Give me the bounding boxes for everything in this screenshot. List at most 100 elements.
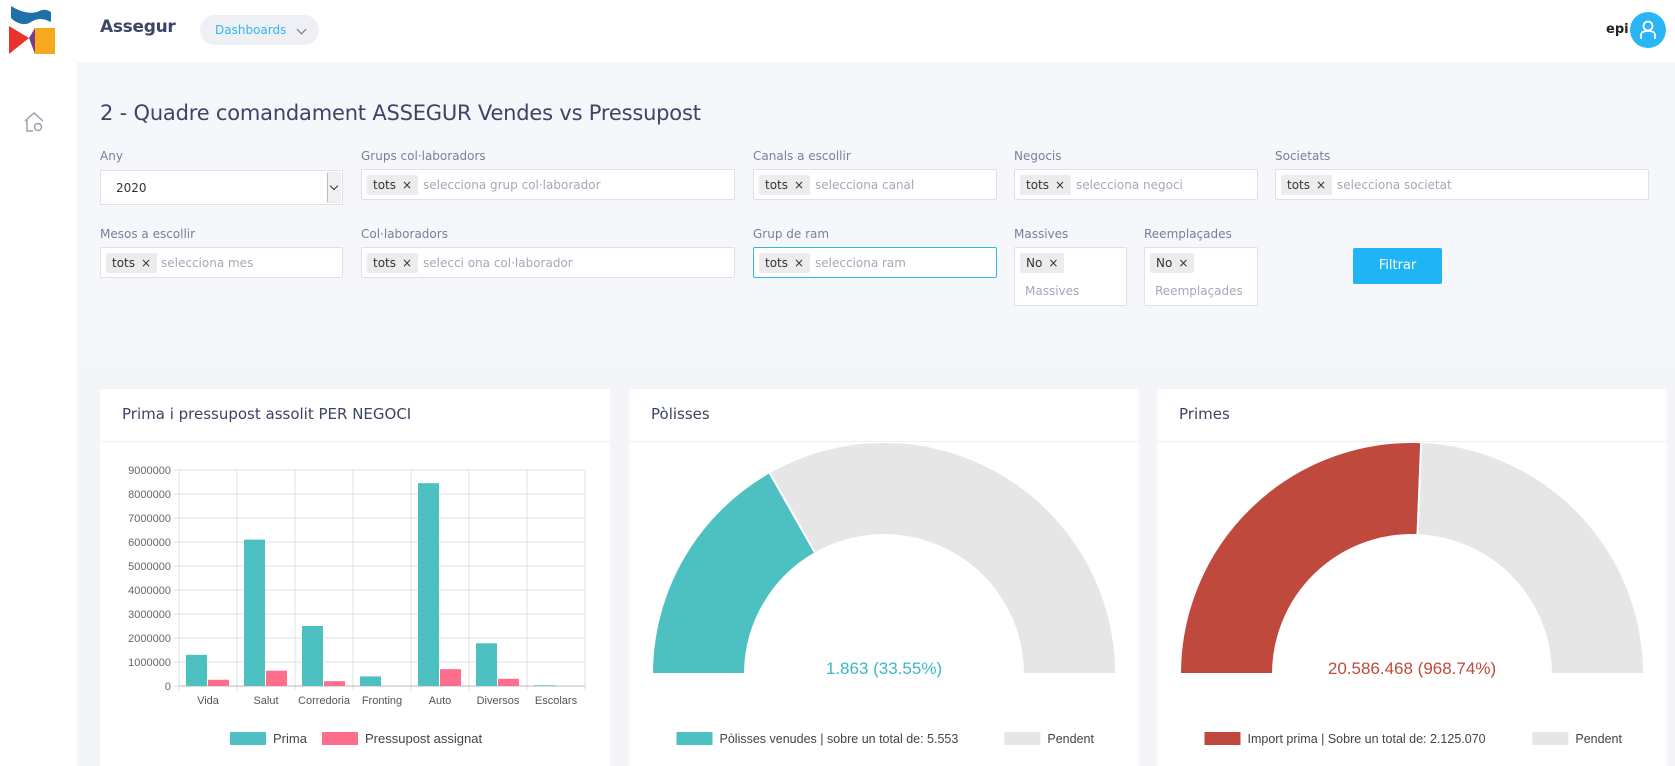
massives-placeholder: Massives — [1025, 284, 1080, 298]
negocis-placeholder: selecciona negoci — [1076, 178, 1183, 192]
societats-label: Societats — [1275, 149, 1331, 163]
sidebar — [0, 62, 77, 766]
bar-pressupost-assignat — [498, 678, 519, 686]
x-tick-label: Fronting — [362, 695, 402, 707]
legend-swatch — [1004, 732, 1041, 745]
brand-name: Assegur — [100, 17, 176, 37]
tag-remove-icon[interactable]: × — [141, 256, 151, 270]
polisses-title: Pòlisses — [651, 405, 710, 423]
grups-placeholder: selecciona grup col·laborador — [423, 178, 601, 192]
gauge-center-label: 20.586.468 (968.74%) — [1328, 659, 1496, 678]
tag-remove-icon[interactable]: × — [1178, 256, 1188, 270]
massives-tag: No × — [1020, 253, 1065, 273]
bar-chart-title: Prima i pressupost assolit PER NEGOCI — [122, 405, 412, 423]
polisses-card: Pòlisses 1.863 (33.55%) Pòlisses venudes … — [629, 389, 1139, 766]
bar-prima — [476, 643, 497, 686]
bar-prima — [534, 685, 555, 686]
home-icon[interactable] — [22, 110, 46, 134]
bar-pressupost-assignat — [208, 679, 229, 686]
y-tick-label: 4000000 — [128, 585, 171, 597]
dashboards-label: Dashboards — [215, 23, 287, 37]
legend-swatch — [676, 732, 713, 745]
y-tick-label: 2000000 — [128, 633, 171, 645]
x-tick-label: Corredoria — [298, 695, 351, 707]
mesos-placeholder: selecciona mes — [161, 256, 254, 270]
mesos-tag: tots × — [106, 253, 158, 273]
bar-pressupost-assignat — [266, 670, 287, 686]
legend-label: Import prima | Sobre un total de: 2.125.… — [1248, 732, 1486, 746]
y-tick-label: 8000000 — [128, 489, 171, 501]
chevron-down-icon — [296, 24, 307, 35]
bar-prima — [418, 483, 439, 686]
bar-chart-card: Prima i pressupost assolit PER NEGOCI 0 1… — [100, 389, 610, 766]
grups-label: Grups col·laboradors — [361, 149, 486, 163]
y-tick-label: 9000000 — [128, 465, 171, 477]
gauge-slice — [1416, 442, 1646, 675]
dashboards-dropdown[interactable]: Dashboards — [200, 15, 319, 45]
x-tick-label: Vida — [197, 695, 220, 707]
polisses-gauge-chart: 1.863 (33.55%) Pòlisses venudes | sobre u… — [650, 442, 1118, 746]
top-bar: Assegur Dashboards epi — [0, 0, 1675, 62]
tag-remove-icon[interactable]: × — [794, 256, 804, 270]
canals-label: Canals a escollir — [753, 149, 851, 163]
bar-chart: 0 1000000 2000000 3000000 4000000 5000000 6000… — [128, 465, 586, 746]
massives-multiselect[interactable]: No × Massives — [1014, 247, 1127, 306]
legend-label: Prima — [273, 731, 308, 746]
page-title: 2 - Quadre comandament ASSEGUR Vendes vs… — [100, 101, 701, 125]
any-label: Any — [100, 149, 123, 163]
x-tick-label: Auto — [429, 695, 452, 707]
primes-card: Primes 20.586.468 (968.74%) Import prima … — [1157, 389, 1667, 766]
legend-swatch — [1204, 732, 1241, 745]
legend-label: Pendent — [1047, 732, 1094, 746]
tag-remove-icon[interactable]: × — [1048, 256, 1058, 270]
x-tick-label: Escolars — [535, 695, 578, 707]
assegur-logo[interactable] — [7, 4, 57, 56]
gauge-slice — [768, 442, 1118, 675]
tag-remove-icon[interactable]: × — [1055, 178, 1065, 192]
grups-multiselect[interactable]: tots × selecciona grup col·laborador — [361, 169, 735, 200]
filtrar-button[interactable]: Filtrar — [1353, 248, 1442, 284]
user-avatar[interactable] — [1630, 12, 1666, 48]
ram-multiselect[interactable]: tots × selecciona ram — [753, 247, 997, 278]
ram-label: Grup de ram — [753, 227, 830, 241]
select-arrow-icon — [327, 172, 341, 203]
y-tick-label: 3000000 — [128, 609, 171, 621]
negocis-multiselect[interactable]: tots × selecciona negoci — [1014, 169, 1258, 200]
bar-prima — [186, 654, 207, 686]
ram-placeholder: selecciona ram — [815, 256, 906, 270]
societats-multiselect[interactable]: tots × selecciona societat — [1275, 169, 1649, 200]
bar-pressupost-assignat — [324, 681, 345, 686]
tag-remove-icon[interactable]: × — [794, 178, 804, 192]
canals-placeholder: selecciona canal — [815, 178, 915, 192]
tag-remove-icon[interactable]: × — [402, 256, 412, 270]
any-value: 2020 — [116, 181, 147, 195]
reemplacades-multiselect[interactable]: No × Reemplaçades — [1144, 247, 1258, 306]
user-icon — [1640, 20, 1656, 39]
mesos-multiselect[interactable]: tots × selecciona mes — [100, 247, 343, 278]
any-select[interactable]: 2020 — [100, 170, 343, 205]
legend-swatch — [1532, 732, 1569, 745]
user-name: epi — [1606, 22, 1629, 37]
legend-label: Pòlisses venudes | sobre un total de: 5.… — [720, 732, 959, 746]
x-tick-label: Diversos — [477, 695, 520, 707]
reemplacades-tag: No × — [1150, 253, 1195, 273]
legend-swatch — [322, 732, 358, 745]
legend-label: Pendent — [1575, 732, 1622, 746]
collaboradors-multiselect[interactable]: tots × selecci ona col·laborador — [361, 247, 735, 278]
tag-remove-icon[interactable]: × — [402, 178, 412, 192]
tag-remove-icon[interactable]: × — [1316, 178, 1326, 192]
y-tick-label: 0 — [165, 681, 171, 693]
collaboradors-tag: tots × — [367, 253, 419, 273]
bar-prima — [244, 539, 265, 686]
collaboradors-label: Col·laboradors — [361, 227, 448, 241]
mesos-label: Mesos a escollir — [100, 227, 196, 241]
y-tick-label: 1000000 — [128, 657, 171, 669]
x-tick-label: Salut — [253, 695, 278, 707]
y-tick-label: 7000000 — [128, 513, 171, 525]
canals-multiselect[interactable]: tots × selecciona canal — [753, 169, 997, 200]
negocis-label: Negocis — [1014, 149, 1062, 163]
societats-placeholder: selecciona societat — [1337, 178, 1452, 192]
bar-prima — [360, 676, 381, 686]
societats-tag: tots × — [1281, 175, 1333, 195]
massives-label: Massives — [1014, 227, 1069, 241]
